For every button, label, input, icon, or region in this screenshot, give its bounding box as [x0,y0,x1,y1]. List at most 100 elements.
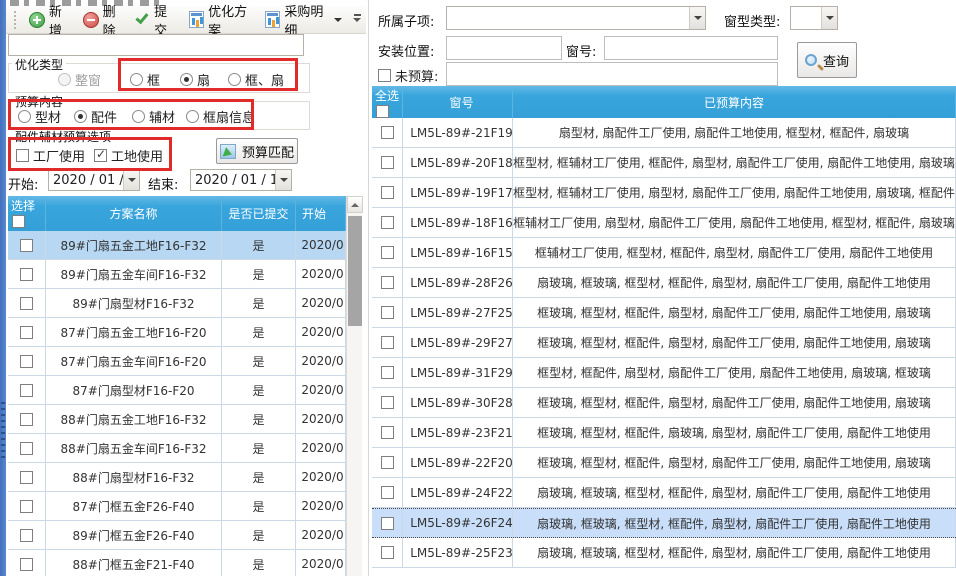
row-checkbox[interactable] [381,126,394,139]
toolbar-overflow-button[interactable] [350,10,364,30]
plan-table-row[interactable]: 87#门框五金F26-F40 是 2020/0 [8,492,346,521]
checkbox-icon [378,69,391,82]
plan-table-row[interactable]: 89#门扇五金车间F16-F32 是 2020/0 [8,260,346,289]
unbudgeted-input[interactable] [446,62,778,86]
window-table-row[interactable]: LM5L-89#-31F29 框型材, 框配件, 扇型材, 扇配件工厂使用, 扇… [372,358,956,388]
radio-frame-sash-info[interactable]: 框扇信息 [186,107,255,126]
row-checkbox[interactable] [20,268,33,281]
plan-table-row[interactable]: 88#门扇型材F16-F32 是 2020/0 [8,463,346,492]
radio-sash[interactable]: 扇 [180,70,210,89]
budget-match-button[interactable]: 预算匹配 [216,138,298,164]
install-position-input[interactable] [446,36,562,60]
window-no-input[interactable] [604,36,778,60]
radio-frame[interactable]: 框 [130,70,160,89]
radio-accessory[interactable]: 配件 [74,107,117,126]
window-table-row[interactable]: LM5L-89#-20F18 框型材, 框辅材工厂使用, 框配件, 扇型材, 扇… [372,148,956,178]
start-date-label: 开始: [8,174,38,193]
window-table-row[interactable]: LM5L-89#-25F23 扇玻璃, 框玻璃, 框型材, 框配件, 扇型材, … [372,538,956,568]
plan-filter-input[interactable] [8,34,304,56]
row-checkbox[interactable] [381,246,394,259]
select-all-plans-checkbox[interactable] [12,215,25,228]
window-table-row[interactable]: LM5L-89#-22F20 框玻璃, 框型材, 框配件, 扇型材, 扇配件工厂… [372,448,956,478]
scroll-up-button[interactable] [347,196,363,213]
plan-table-row[interactable]: 89#门扇五金工地F16-F32 是 2020/0 [8,231,346,260]
start-date-cell: 2020/0 [296,492,346,520]
budgeted-content-cell: 框辅材工厂使用, 扇型材, 扇配件工厂使用, 扇配件工地使用, 框型材, 框配件… [513,208,956,237]
row-checkbox[interactable] [381,276,394,289]
radio-auxiliary[interactable]: 辅材 [132,107,175,126]
window-type-combobox[interactable] [790,6,838,30]
sub-item-combobox[interactable] [446,6,706,30]
window-table-row[interactable]: LM5L-89#-28F26 扇玻璃, 框玻璃, 框型材, 框配件, 扇型材, … [372,268,956,298]
row-checkbox[interactable] [20,384,33,397]
checkbox-factory-use[interactable]: 工厂使用 [16,146,85,165]
row-checkbox[interactable] [20,326,33,339]
row-checkbox[interactable] [381,306,394,319]
row-checkbox[interactable] [20,558,33,571]
radio-profile[interactable]: 型材 [18,107,61,126]
window-table-row[interactable]: LM5L-89#-16F15 框辅材工厂使用, 框型材, 框配件, 扇型材, 扇… [372,238,956,268]
toolbar-grip[interactable] [14,11,17,29]
plan-name-cell: 88#门框五金F21-F40 [46,550,222,576]
submitted-cell: 是 [222,550,296,576]
query-button[interactable]: 查询 [797,42,857,78]
end-date-dropdown-button[interactable] [275,170,291,190]
plan-table-row[interactable]: 89#门框五金F26-F40 是 2020/0 [8,521,346,550]
plan-table-body: 89#门扇五金工地F16-F32 是 2020/0 89#门扇五金车间F16-F… [8,231,346,576]
checkbox-site-use[interactable]: 工地使用 [94,146,163,165]
window-type-dropdown-button[interactable] [821,7,837,29]
window-table-row[interactable]: LM5L-89#-18F16 框辅材工厂使用, 扇型材, 扇配件工厂使用, 扇配… [372,208,956,238]
row-checkbox[interactable] [381,336,394,349]
select-all-windows-checkbox[interactable] [376,105,389,118]
plan-table-row[interactable]: 88#门框五金F21-F40 是 2020/0 [8,550,346,576]
row-checkbox[interactable] [20,500,33,513]
row-checkbox[interactable] [381,486,394,499]
window-table-row[interactable]: LM5L-89#-30F28 框玻璃, 框型材, 框配件, 扇型材, 扇配件工厂… [372,388,956,418]
sub-item-dropdown-button[interactable] [689,7,705,29]
row-checkbox[interactable] [20,297,33,310]
plan-name-cell: 88#门扇五金工地F16-F32 [46,405,222,433]
row-checkbox[interactable] [20,413,33,426]
submitted-cell: 是 [222,318,296,346]
row-checkbox[interactable] [20,355,33,368]
start-date-picker[interactable]: 2020 / 01 / 1 [48,169,140,191]
start-date-dropdown-button[interactable] [123,170,139,190]
splitter-grip[interactable] [1,402,5,462]
end-date-picker[interactable]: 2020 / 01 / 13 [190,169,292,191]
plan-table-scrollbar[interactable] [346,196,362,576]
plan-table-row[interactable]: 87#门扇五金车间F16-F20 是 2020/0 [8,347,346,376]
plan-table-row[interactable]: 89#门扇型材F16-F32 是 2020/0 [8,289,346,318]
window-table-row[interactable]: LM5L-89#-26F24 扇玻璃, 框玻璃, 框型材, 框配件, 扇型材, … [372,508,956,538]
row-checkbox[interactable] [381,216,394,229]
row-checkbox[interactable] [381,456,394,469]
plan-table-row[interactable]: 88#门扇五金工地F16-F32 是 2020/0 [8,405,346,434]
row-checkbox[interactable] [20,471,33,484]
row-checkbox[interactable] [381,517,394,530]
window-table-row[interactable]: LM5L-89#-29F27 框玻璃, 框型材, 框配件, 扇型材, 扇配件工厂… [372,328,956,358]
row-checkbox[interactable] [20,529,33,542]
row-checkbox[interactable] [381,156,394,169]
row-checkbox[interactable] [20,442,33,455]
row-checkbox[interactable] [381,546,394,559]
budgeted-content-cell: 扇型材, 扇配件工厂使用, 扇配件工地使用, 框型材, 框配件, 扇玻璃 [513,118,956,147]
window-table-row[interactable]: LM5L-89#-19F17 框型材, 框辅材工厂使用, 扇型材, 扇配件工厂使… [372,178,956,208]
window-no-cell: LM5L-89#-31F29 [403,358,513,387]
row-checkbox[interactable] [20,239,33,252]
plan-name-cell: 87#门扇五金工地F16-F20 [46,318,222,346]
scrollbar-thumb[interactable] [348,216,362,326]
plan-table-row[interactable]: 87#门扇型材F16-F20 是 2020/0 [8,376,346,405]
window-table-row[interactable]: LM5L-89#-27F25 框玻璃, 框型材, 框配件, 扇型材, 扇配件工厂… [372,298,956,328]
window-table-row[interactable]: LM5L-89#-24F22 扇玻璃, 框玻璃, 框型材, 框配件, 扇型材, … [372,478,956,508]
plan-table-row[interactable]: 87#门扇五金工地F16-F20 是 2020/0 [8,318,346,347]
window-table-row[interactable]: LM5L-89#-21F19 扇型材, 扇配件工厂使用, 扇配件工地使用, 框型… [372,118,956,148]
row-checkbox[interactable] [381,366,394,379]
budgeted-content-cell: 框型材, 框辅材工厂使用, 框配件, 扇型材, 扇配件工厂使用, 扇配件工地使用… [513,148,956,177]
window-table-row[interactable]: LM5L-89#-23F21 框玻璃, 框型材, 框配件, 扇玻璃, 扇型材, … [372,418,956,448]
plan-name-cell: 89#门框五金F26-F40 [46,521,222,549]
row-checkbox[interactable] [381,396,394,409]
radio-frame-sash[interactable]: 框、扇 [228,70,284,89]
unbudgeted-checkbox[interactable]: 未预算: [378,66,438,85]
row-checkbox[interactable] [381,186,394,199]
plan-table-row[interactable]: 88#门扇五金车间F16-F32 是 2020/0 [8,434,346,463]
row-checkbox[interactable] [381,426,394,439]
